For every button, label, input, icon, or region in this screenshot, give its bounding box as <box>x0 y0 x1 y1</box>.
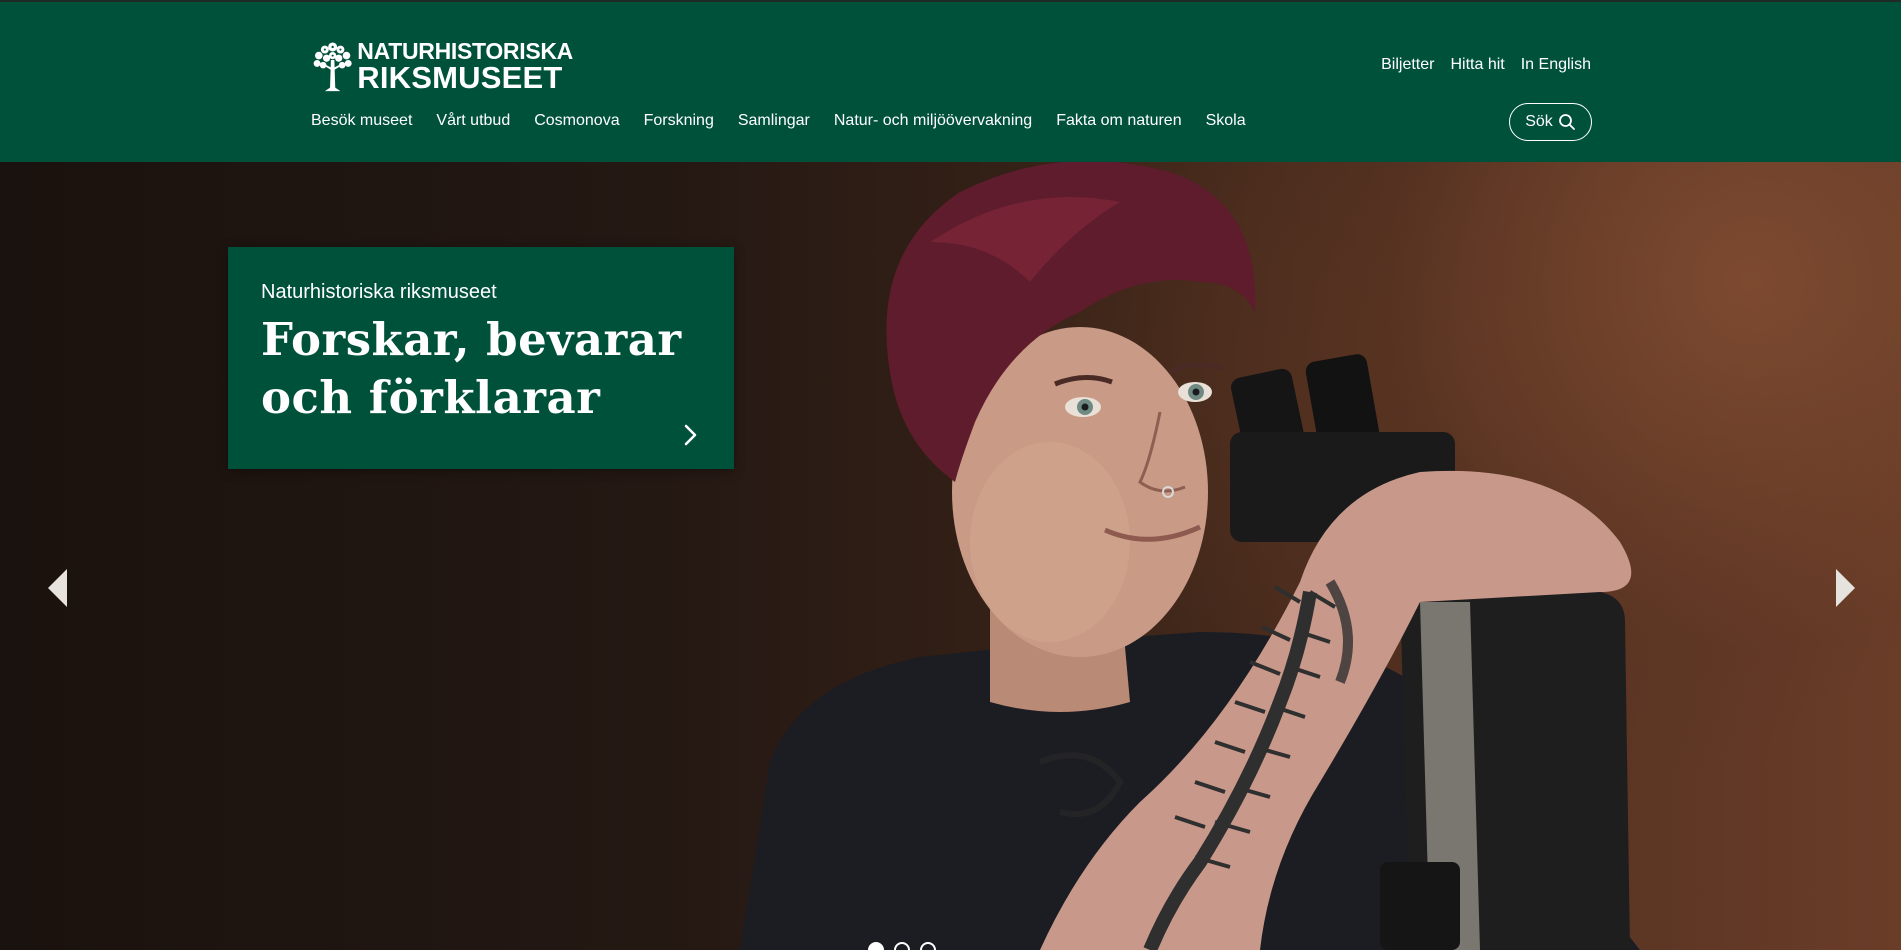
carousel-dot[interactable] <box>894 942 910 950</box>
link-in-english[interactable]: In English <box>1521 56 1591 74</box>
main-nav: Besök museet Vårt utbud Cosmonova Forskn… <box>311 112 1270 130</box>
logo-wordmark: NATURHISTORISKA RIKSMUSEET <box>357 39 573 93</box>
utility-nav: Biljetter Hitta hit In English <box>1365 56 1591 74</box>
nav-item-collections[interactable]: Samlingar <box>738 112 810 130</box>
nav-item-nature-facts[interactable]: Fakta om naturen <box>1056 112 1181 130</box>
nav-item-monitoring[interactable]: Natur- och miljöövervakning <box>834 112 1032 130</box>
carousel-dots <box>868 942 936 950</box>
nav-item-research[interactable]: Forskning <box>644 112 714 130</box>
tree-logo-icon <box>313 42 352 92</box>
hero-card[interactable]: Naturhistoriska riksmuseet Forskar, beva… <box>228 247 734 469</box>
carousel-dot[interactable] <box>920 942 936 950</box>
link-tickets[interactable]: Biljetter <box>1381 56 1434 74</box>
search-icon <box>1558 114 1575 130</box>
nav-item-offer[interactable]: Vårt utbud <box>436 112 510 130</box>
carousel-dot[interactable] <box>868 942 884 950</box>
logo-line-2: RIKSMUSEET <box>357 60 563 95</box>
chevron-right-icon[interactable] <box>682 421 700 449</box>
nav-item-visit[interactable]: Besök museet <box>311 112 412 130</box>
hero-kicker: Naturhistoriska riksmuseet <box>261 281 497 303</box>
hero-carousel: Naturhistoriska riksmuseet Forskar, beva… <box>0 162 1901 950</box>
site-logo[interactable]: NATURHISTORISKA RIKSMUSEET <box>311 34 573 98</box>
search-button[interactable]: Sök <box>1509 103 1592 141</box>
link-find-us[interactable]: Hitta hit <box>1450 56 1504 74</box>
search-label: Sök <box>1525 113 1553 130</box>
nav-item-cosmonova[interactable]: Cosmonova <box>534 112 619 130</box>
carousel-prev-icon[interactable] <box>45 565 71 611</box>
site-header: NATURHISTORISKA RIKSMUSEET Biljetter Hit… <box>0 0 1901 162</box>
hero-title: Forskar, bevarar och förklarar <box>261 313 682 424</box>
carousel-next-icon[interactable] <box>1832 565 1858 611</box>
nav-item-school[interactable]: Skola <box>1206 112 1246 130</box>
